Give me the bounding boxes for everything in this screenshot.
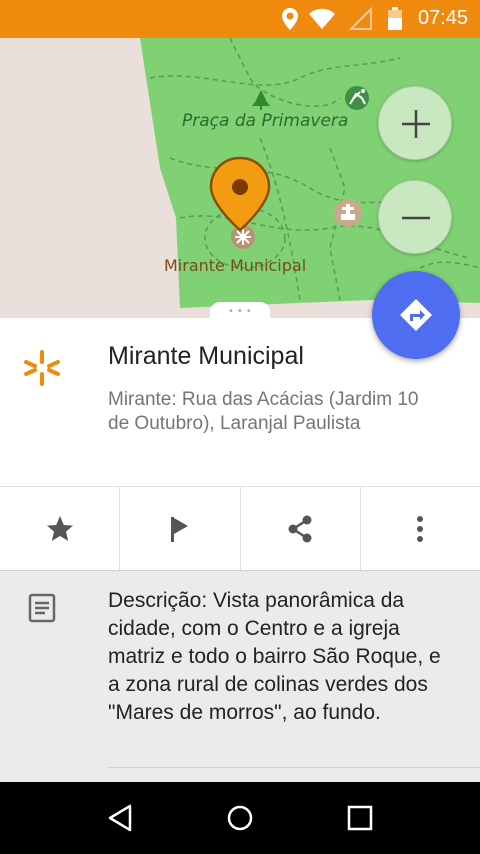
report-button[interactable] <box>120 487 241 570</box>
zoom-out-button[interactable] <box>378 180 452 254</box>
wifi-icon <box>308 6 336 36</box>
viewpoint-icon <box>22 348 62 392</box>
directions-button[interactable] <box>372 271 460 359</box>
share-button[interactable] <box>241 487 361 570</box>
more-vert-icon <box>417 515 424 542</box>
park-label: Praça da Primavera <box>182 111 349 131</box>
share-icon <box>288 515 312 542</box>
details-section: Descrição: Vista panorâmica da cidade, c… <box>0 570 480 782</box>
navigation-bar <box>0 782 480 854</box>
home-icon <box>227 805 253 831</box>
action-bar <box>0 486 480 570</box>
zoom-in-button[interactable] <box>378 86 452 160</box>
home-button[interactable] <box>220 798 260 838</box>
recents-button[interactable] <box>340 798 380 838</box>
sports-icon <box>345 86 369 110</box>
place-address: Mirante: Rua das Acácias (Jardim 10 de O… <box>108 389 419 434</box>
description-text: Descrição: Vista panorâmica da cidade, c… <box>108 589 441 724</box>
plus-icon <box>402 110 430 138</box>
status-time: 07:45 <box>417 7 468 29</box>
favorite-button[interactable] <box>0 487 121 570</box>
poi-label: Mirante Municipal <box>164 256 307 275</box>
back-button[interactable] <box>100 798 140 838</box>
drag-dots-icon: ••• <box>228 306 255 317</box>
more-button[interactable] <box>361 487 480 570</box>
sheet-drag-handle[interactable]: ••• <box>210 302 270 320</box>
place-title: Mirante Municipal <box>108 342 304 370</box>
signal-icon <box>348 6 373 36</box>
star-icon <box>46 515 73 541</box>
divider <box>108 767 480 768</box>
minus-icon <box>402 216 430 220</box>
status-bar: 07:45 <box>0 0 480 38</box>
document-icon <box>28 593 56 627</box>
grave-icon <box>334 199 362 227</box>
location-icon <box>280 6 300 36</box>
app-screen: 07:45 Praça da Primavera Mirante Municip… <box>0 0 480 854</box>
directions-icon <box>400 299 432 331</box>
recents-icon <box>347 805 373 831</box>
battery-icon <box>387 6 403 36</box>
flag-icon <box>170 516 188 542</box>
back-icon <box>108 804 132 832</box>
